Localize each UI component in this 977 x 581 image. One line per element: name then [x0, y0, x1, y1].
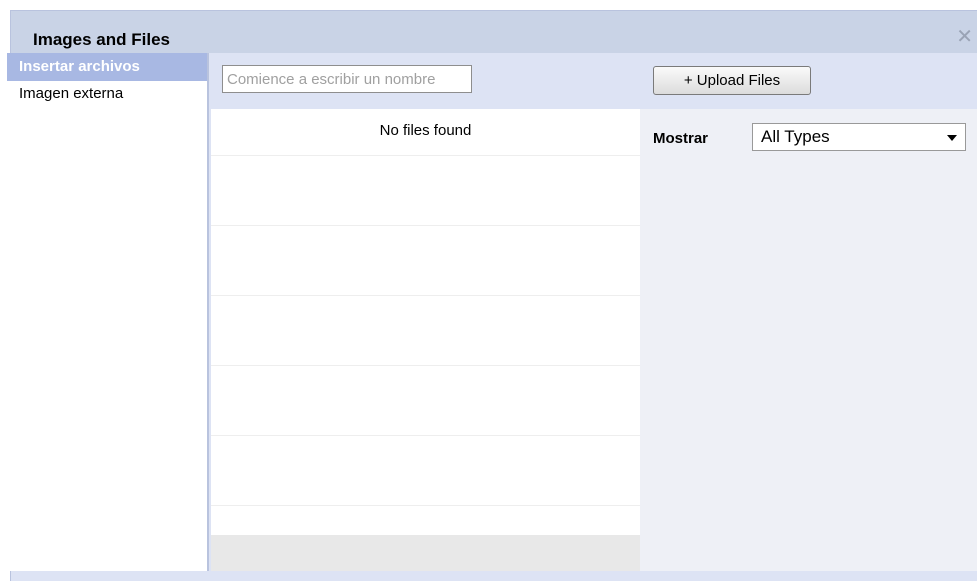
file-list-footer	[211, 535, 640, 571]
sidebar: Insertar archivos Imagen externa	[7, 53, 209, 571]
toolbar: + Upload Files	[209, 53, 977, 109]
list-item	[211, 156, 640, 226]
upload-files-button[interactable]: + Upload Files	[653, 66, 811, 95]
empty-message-row: No files found	[211, 109, 640, 156]
type-filter-select[interactable]: All Types	[752, 123, 966, 151]
list-item	[211, 436, 640, 506]
sidebar-item-insertar-archivos[interactable]: Insertar archivos	[7, 53, 207, 81]
search-input[interactable]	[222, 65, 472, 93]
list-item	[211, 296, 640, 366]
dialog-titlebar: Images and Files ✕	[11, 11, 977, 59]
list-item	[211, 366, 640, 436]
filter-label: Mostrar	[653, 130, 709, 147]
filter-panel: Mostrar All Types	[640, 109, 977, 571]
close-icon[interactable]: ✕	[956, 27, 973, 47]
type-filter-value: All Types	[761, 127, 830, 146]
dialog-title: Images and Files	[33, 30, 170, 49]
chevron-down-icon	[947, 135, 957, 141]
sidebar-item-imagen-externa[interactable]: Imagen externa	[7, 81, 207, 107]
list-item	[211, 226, 640, 296]
empty-message: No files found	[379, 122, 472, 139]
file-list: No files found	[211, 109, 640, 535]
